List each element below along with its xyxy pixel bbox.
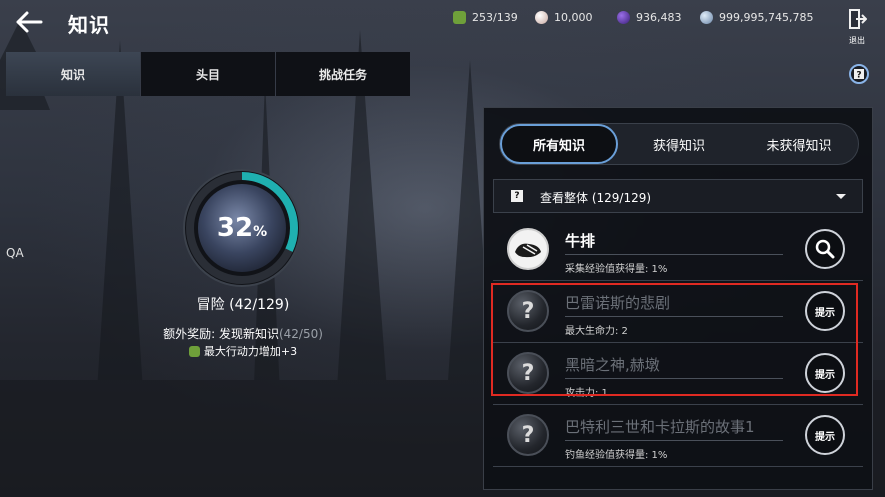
currency-value: 253/139 <box>472 11 518 24</box>
currency-pearls: 10,000 <box>535 11 593 24</box>
percent-value: 32 <box>216 213 254 243</box>
filter-not-obtained[interactable]: 未获得知识 <box>740 124 858 164</box>
category-label: 冒险 (42/129) <box>196 297 290 313</box>
main-tabs: 知识 头目 挑战任务 <box>6 52 411 96</box>
bonus-effect-text: 最大行动力增加+3 <box>203 345 298 358</box>
steak-icon <box>507 228 549 270</box>
currency-gems: 936,483 <box>617 11 682 24</box>
search-icon <box>815 239 835 259</box>
tab-knowledge[interactable]: 知识 <box>6 52 140 96</box>
highlight-box <box>491 283 858 396</box>
back-button[interactable] <box>14 10 44 34</box>
knowledge-name: 巴特利三世和卡拉斯的故事1 <box>565 418 755 436</box>
knowledge-row[interactable]: ? 巴特利三世和卡拉斯的故事1 钓鱼经验值获得量: 1% 提示 <box>493 405 863 467</box>
help-button[interactable]: ? <box>849 64 869 84</box>
filter-segmented-control: 所有知识 获得知识 未获得知识 <box>499 123 859 165</box>
help-icon: ? <box>511 190 523 202</box>
bonus-count: (42/50) <box>278 327 323 341</box>
view-knowledge-button[interactable] <box>805 229 845 269</box>
action-point-icon <box>453 11 466 24</box>
knowledge-effect: 钓鱼经验值获得量: 1% <box>565 450 668 461</box>
top-bar: 知识 253/139 10,000 936,483 999,995,745,78… <box>0 0 885 48</box>
bonus-effect: 最大行动力增加+3 <box>140 343 346 359</box>
silver-coin-icon <box>700 11 713 24</box>
currency-value: 10,000 <box>554 11 593 24</box>
currency-value: 936,483 <box>636 11 682 24</box>
action-point-icon <box>188 345 200 357</box>
gem-icon <box>617 11 630 24</box>
filter-all[interactable]: 所有知识 <box>500 124 618 164</box>
knowledge-effect: 采集经验值获得量: 1% <box>565 264 668 275</box>
tab-boss[interactable]: 头目 <box>141 52 275 96</box>
divider <box>565 440 783 441</box>
exit-label: 退出 <box>849 36 865 45</box>
divider <box>565 254 783 255</box>
percent-sign: % <box>253 224 268 240</box>
tab-challenge[interactable]: 挑战任务 <box>276 52 410 96</box>
bonus-prefix: 额外奖励: 发现新知识 <box>163 327 279 341</box>
currency-value: 999,995,745,785 <box>719 11 814 24</box>
back-arrow-icon <box>16 11 43 33</box>
knowledge-row[interactable]: 牛排 采集经验值获得量: 1% <box>493 219 863 281</box>
help-icon: ? <box>854 69 864 81</box>
knowledge-progress-ring: 32 % <box>180 166 304 290</box>
currency-action-points: 253/139 <box>453 11 518 24</box>
bonus-reward-text: 额外奖励: 发现新知识(42/50) <box>140 325 346 342</box>
progress-percent: 32 % <box>180 166 304 290</box>
qa-label: QA <box>6 246 24 260</box>
exit-door-icon <box>849 9 868 29</box>
knowledge-name: 牛排 <box>565 232 596 250</box>
page-title: 知识 <box>68 13 110 37</box>
svg-text:?: ? <box>856 71 861 81</box>
chevron-down-icon <box>836 194 846 199</box>
currency-silver: 999,995,745,785 <box>700 11 813 24</box>
hint-button[interactable]: 提示 <box>805 415 845 455</box>
exit-button[interactable]: 退出 <box>843 8 871 45</box>
unknown-knowledge-icon: ? <box>507 414 549 456</box>
pearl-icon <box>535 11 548 24</box>
filter-obtained[interactable]: 获得知识 <box>620 124 738 164</box>
dropdown-label: 查看整体 (129/129) <box>540 191 652 205</box>
view-all-dropdown[interactable]: ? 查看整体 (129/129) <box>493 179 863 213</box>
